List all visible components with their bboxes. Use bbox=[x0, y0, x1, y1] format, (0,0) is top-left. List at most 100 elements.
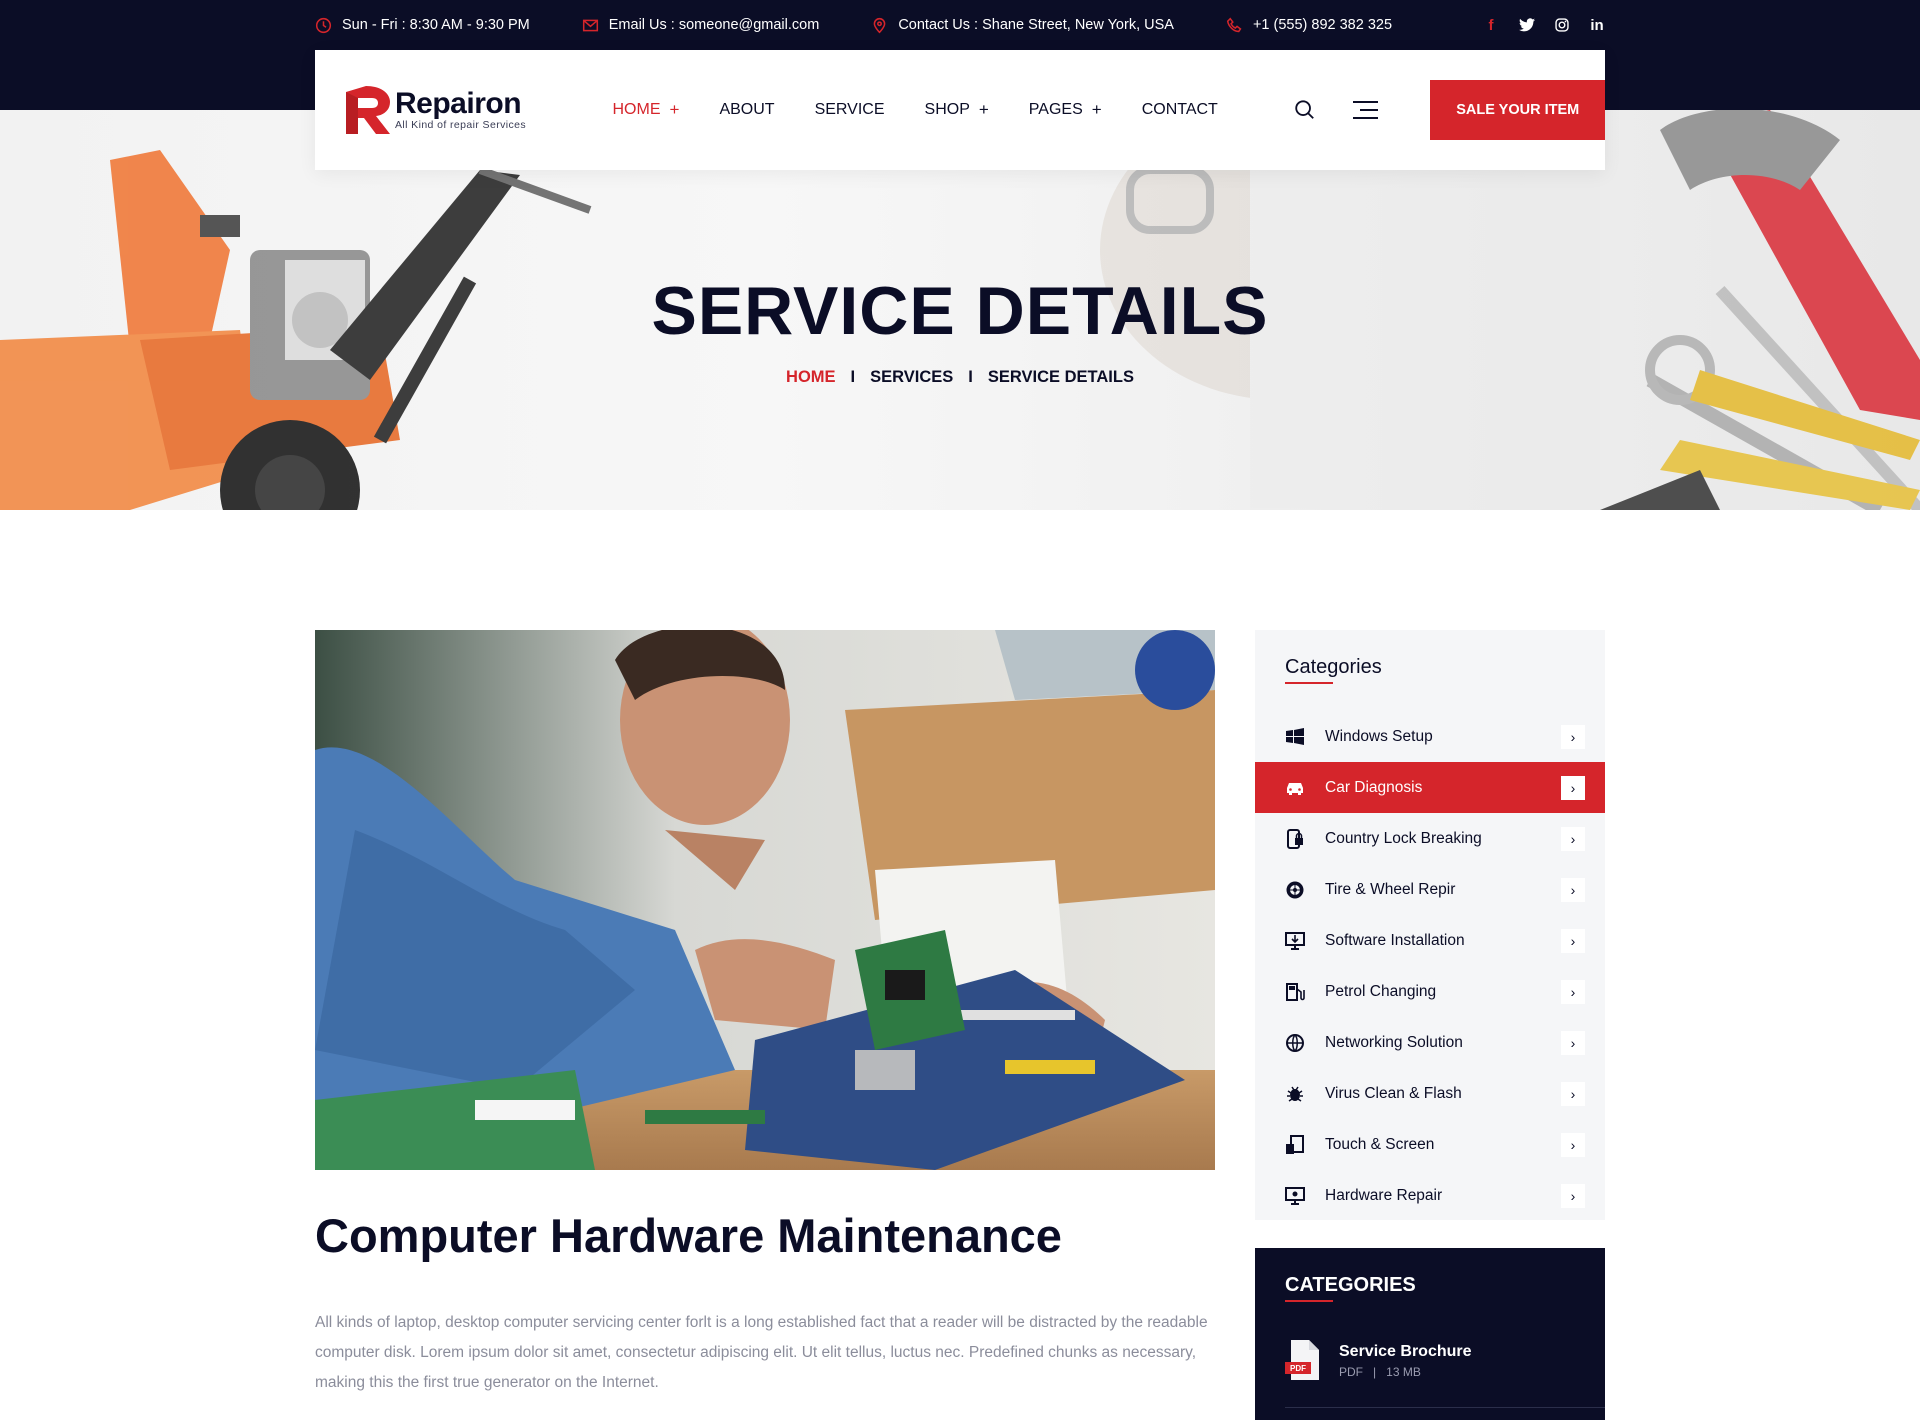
hamburger-menu-icon[interactable] bbox=[1352, 99, 1379, 121]
download-type: PDF bbox=[1339, 1365, 1363, 1379]
category-item-petrol-changing[interactable]: Petrol Changing › bbox=[1255, 966, 1605, 1017]
logo-tagline: All Kind of repair Services bbox=[395, 119, 527, 131]
meta-separator: | bbox=[1366, 1365, 1383, 1379]
phone-lock-icon bbox=[1285, 828, 1305, 849]
category-label: Country Lock Breaking bbox=[1325, 829, 1482, 847]
category-item-virus-clean-flash[interactable]: Virus Clean & Flash › bbox=[1255, 1068, 1605, 1119]
category-label: Touch & Screen bbox=[1325, 1135, 1435, 1153]
breadcrumb-current: SERVICE DETAILS bbox=[987, 368, 1134, 386]
chevron-right-icon: › bbox=[1561, 724, 1585, 749]
nav-about[interactable]: ABOUT bbox=[719, 101, 774, 119]
windows-icon bbox=[1285, 727, 1305, 747]
category-label: Hardware Repair bbox=[1325, 1186, 1443, 1204]
breadcrumb-separator: I bbox=[850, 368, 856, 386]
chevron-right-icon: › bbox=[1561, 775, 1585, 800]
address-text: Contact Us : Shane Street, New York, USA bbox=[898, 17, 1174, 33]
social-links: f in bbox=[1483, 17, 1605, 34]
service-image bbox=[315, 630, 1215, 1170]
chevron-right-icon: › bbox=[1561, 1183, 1585, 1208]
pdf-file-icon: PDF bbox=[1285, 1340, 1319, 1380]
opening-hours-text: Sun - Fri : 8:30 AM - 9:30 PM bbox=[342, 17, 530, 33]
opening-hours: Sun - Fri : 8:30 AM - 9:30 PM bbox=[315, 17, 530, 34]
petrol-icon bbox=[1285, 982, 1305, 1002]
sale-your-item-button[interactable]: SALE YOUR ITEM bbox=[1430, 80, 1605, 140]
pdf-badge: PDF bbox=[1290, 1364, 1306, 1373]
phone-contact[interactable]: +1 (555) 892 382 325 bbox=[1226, 17, 1392, 34]
article-title: Computer Hardware Maintenance bbox=[315, 1209, 1062, 1262]
nav-shop[interactable]: SHOP + bbox=[925, 100, 989, 120]
mail-icon bbox=[582, 19, 598, 31]
article-body: All kinds of laptop, desktop computer se… bbox=[315, 1314, 1208, 1391]
nav-home[interactable]: HOME + bbox=[613, 100, 680, 120]
nav-shop-label: SHOP bbox=[924, 101, 970, 118]
main-navigation: HOME + ABOUT SERVICE SHOP + PAGES + CONT… bbox=[613, 100, 1258, 120]
category-item-software-installation[interactable]: Software Installation › bbox=[1255, 915, 1605, 966]
linkedin-icon[interactable]: in bbox=[1589, 17, 1605, 34]
email-text[interactable]: Email Us : someone@gmail.com bbox=[609, 17, 820, 33]
breadcrumb-services-link[interactable]: SERVICES bbox=[870, 368, 953, 387]
nav-about-label: ABOUT bbox=[719, 101, 775, 118]
chevron-right-icon: › bbox=[1561, 826, 1585, 851]
logo-text: Repairon All Kind of repair Services bbox=[395, 87, 527, 132]
download-size: 13 MB bbox=[1386, 1365, 1421, 1379]
category-item-car-diagnosis[interactable]: Car Diagnosis › bbox=[1255, 762, 1605, 813]
nav-contact[interactable]: CONTACT bbox=[1142, 101, 1218, 119]
monitor-download-icon bbox=[1285, 931, 1305, 951]
nav-pages[interactable]: PAGES + bbox=[1029, 100, 1102, 120]
page-banner: SERVICE DETAILS HOME I SERVICES I SERVIC… bbox=[0, 110, 1920, 510]
category-item-tire-wheel-repair[interactable]: Tire & Wheel Repir › bbox=[1255, 864, 1605, 915]
top-bar-content: Sun - Fri : 8:30 AM - 9:30 PM Email Us :… bbox=[315, 0, 1605, 50]
nav-service-label: SERVICE bbox=[814, 101, 885, 118]
instagram-icon[interactable] bbox=[1555, 18, 1569, 32]
phone-text[interactable]: +1 (555) 892 382 325 bbox=[1253, 17, 1392, 33]
download-meta: PDF | 13 MB bbox=[1339, 1365, 1472, 1379]
nav-pages-label: PAGES bbox=[1028, 101, 1083, 118]
category-label: Software Installation bbox=[1325, 931, 1465, 949]
title-underline bbox=[1285, 682, 1333, 684]
category-item-windows-setup[interactable]: Windows Setup › bbox=[1255, 711, 1605, 762]
title-underline bbox=[1285, 1300, 1333, 1302]
twitter-icon[interactable] bbox=[1519, 18, 1535, 32]
chevron-right-icon: › bbox=[1561, 1081, 1585, 1106]
brochure-download-item[interactable]: PDF Service Brochure PDF | 13 MB bbox=[1285, 1340, 1472, 1382]
search-icon[interactable] bbox=[1293, 97, 1317, 123]
car-icon bbox=[1285, 778, 1305, 798]
technician-repairing-motherboard-image bbox=[315, 630, 1215, 1170]
map-pin-icon bbox=[873, 17, 886, 33]
category-label: Networking Solution bbox=[1325, 1033, 1463, 1051]
hardware-monitor-icon bbox=[1285, 1186, 1305, 1206]
nav-contact-label: CONTACT bbox=[1141, 101, 1218, 118]
breadcrumb-home-link[interactable]: HOME bbox=[786, 368, 836, 387]
categories-list: Windows Setup › Car Diagnosis › Country … bbox=[1255, 711, 1605, 1221]
breadcrumb-separator: I bbox=[968, 368, 973, 386]
facebook-icon[interactable]: f bbox=[1483, 17, 1499, 34]
category-label: Windows Setup bbox=[1325, 727, 1433, 745]
download-name[interactable]: Service Brochure bbox=[1339, 1343, 1472, 1361]
category-item-hardware-repair[interactable]: Hardware Repair › bbox=[1255, 1170, 1605, 1221]
clock-icon bbox=[315, 17, 332, 33]
download-text: Service Brochure PDF | 13 MB bbox=[1339, 1343, 1472, 1379]
category-item-touch-screen[interactable]: Touch & Screen › bbox=[1255, 1119, 1605, 1170]
category-item-networking-solution[interactable]: Networking Solution › bbox=[1255, 1017, 1605, 1068]
category-label: Tire & Wheel Repir bbox=[1325, 880, 1456, 898]
category-item-country-lock-breaking[interactable]: Country Lock Breaking › bbox=[1255, 813, 1605, 864]
nav-service[interactable]: SERVICE bbox=[815, 101, 885, 119]
touch-screen-icon bbox=[1285, 1134, 1305, 1155]
categories-widget: Categories Windows Setup › Car Diagnosis… bbox=[1255, 630, 1605, 1220]
chevron-right-icon: › bbox=[1561, 928, 1585, 953]
logo-name: Repairon bbox=[395, 87, 522, 120]
category-label: Car Diagnosis bbox=[1325, 778, 1423, 796]
plus-icon: + bbox=[978, 100, 989, 119]
plus-icon: + bbox=[1091, 100, 1102, 119]
downloads-widget: CATEGORIES PDF Service Brochure PDF | 13… bbox=[1255, 1248, 1605, 1420]
email-contact[interactable]: Email Us : someone@gmail.com bbox=[582, 17, 820, 34]
downloads-title: CATEGORIES bbox=[1285, 1274, 1416, 1296]
page-title: SERVICE DETAILS bbox=[651, 273, 1269, 349]
category-label: Petrol Changing bbox=[1325, 982, 1437, 1000]
main-header: Repairon All Kind of repair Services HOM… bbox=[315, 50, 1605, 170]
plus-icon: + bbox=[669, 100, 680, 119]
chevron-right-icon: › bbox=[1561, 877, 1585, 902]
logo-r-icon bbox=[346, 86, 390, 134]
address-contact: Contact Us : Shane Street, New York, USA bbox=[871, 17, 1174, 34]
site-logo[interactable]: Repairon All Kind of repair Services bbox=[344, 84, 565, 136]
